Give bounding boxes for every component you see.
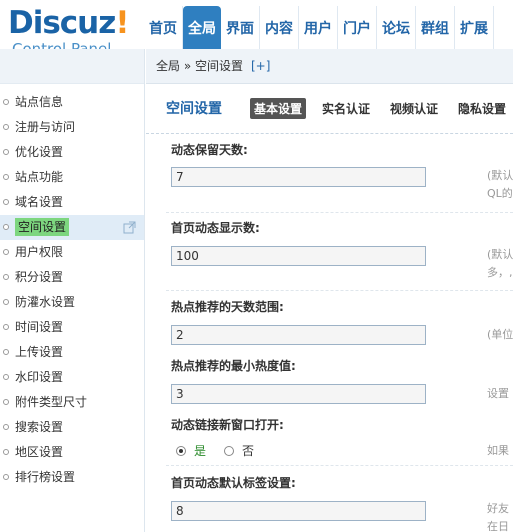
tab-video-verification[interactable]: 视频认证	[386, 98, 442, 119]
bullet-icon	[3, 199, 9, 205]
hot-days-label: 热点推荐的天数范围:	[171, 300, 284, 314]
bullet-icon	[3, 149, 9, 155]
feed-days-hint: (默认 QL的	[487, 169, 513, 200]
tab-basic-settings[interactable]: 基本设置	[250, 98, 307, 119]
home-feed-count-label: 首页动态显示数:	[171, 221, 260, 235]
sidebar-top-bar	[0, 49, 144, 84]
sidebar-item-upload[interactable]: 上传设置	[0, 340, 144, 365]
breadcrumb-path: 全局 » 空间设置	[156, 59, 243, 73]
link-newwin-hint: 如果	[487, 444, 509, 457]
divider	[166, 465, 513, 466]
bullet-icon	[3, 99, 9, 105]
radio-yes-label[interactable]: 是	[194, 442, 206, 459]
bullet-icon	[3, 474, 9, 480]
nav-groups[interactable]: 群组	[416, 6, 455, 49]
sidebar: 站点信息 注册与访问 优化设置 站点功能 域名设置 空间设置 用户权限 积分设置…	[0, 49, 145, 532]
feed-days-label: 动态保留天数:	[171, 143, 248, 157]
add-shortcut-button[interactable]: [+]	[251, 59, 270, 73]
nav-extensions[interactable]: 扩展	[455, 6, 494, 49]
bullet-icon	[3, 224, 9, 230]
sidebar-item-optimization[interactable]: 优化设置	[0, 140, 144, 165]
nav-forum[interactable]: 论坛	[377, 6, 416, 49]
home-feed-count-input[interactable]	[171, 246, 426, 266]
sidebar-item-ranking[interactable]: 排行榜设置	[0, 465, 144, 490]
bullet-icon	[3, 399, 9, 405]
link-newwin-label: 动态链接新窗口打开:	[171, 418, 284, 432]
bullet-icon	[3, 299, 9, 305]
radio-no-label[interactable]: 否	[242, 442, 254, 459]
link-newwin-radio-group: 是 否	[176, 442, 254, 459]
bullet-icon	[3, 274, 9, 280]
tab-realname-verification[interactable]: 实名认证	[318, 98, 374, 119]
hot-days-input[interactable]	[171, 325, 426, 345]
feed-days-input[interactable]	[171, 167, 426, 187]
home-feed-count-hint: (默认 多，,	[487, 248, 513, 279]
page-title: 空间设置	[166, 101, 222, 117]
default-tab-hint: 好友 在日	[487, 502, 509, 532]
hot-min-input[interactable]	[171, 384, 426, 404]
bullet-icon	[3, 349, 9, 355]
radio-yes-button[interactable]	[176, 445, 186, 456]
default-tab-input[interactable]	[171, 501, 426, 521]
bullet-icon	[3, 124, 9, 130]
nav-users[interactable]: 用户	[299, 6, 338, 49]
divider	[166, 212, 513, 213]
default-tab-label: 首页动态默认标签设置:	[171, 476, 296, 490]
sidebar-menu: 站点信息 注册与访问 优化设置 站点功能 域名设置 空间设置 用户权限 积分设置…	[0, 84, 144, 490]
bullet-icon	[3, 249, 9, 255]
logo-bang: !	[115, 5, 129, 41]
sidebar-item-credits[interactable]: 积分设置	[0, 265, 144, 290]
nav-content[interactable]: 内容	[260, 6, 299, 49]
hot-days-hint: (单位	[487, 328, 513, 341]
sidebar-item-anti-flood[interactable]: 防灌水设置	[0, 290, 144, 315]
bullet-icon	[3, 374, 9, 380]
bullet-icon	[3, 424, 9, 430]
sidebar-item-user-permissions[interactable]: 用户权限	[0, 240, 144, 265]
nav-portal[interactable]: 门户	[338, 6, 377, 49]
sidebar-item-domain[interactable]: 域名设置	[0, 190, 144, 215]
divider	[166, 290, 513, 291]
sidebar-item-site-info[interactable]: 站点信息	[0, 90, 144, 115]
sidebar-item-time[interactable]: 时间设置	[0, 315, 144, 340]
tab-privacy-settings[interactable]: 隐私设置	[454, 98, 510, 119]
sidebar-item-attachment-types[interactable]: 附件类型尺寸	[0, 390, 144, 415]
breadcrumb: 全局 » 空间设置 [+]	[146, 49, 513, 84]
sidebar-item-site-features[interactable]: 站点功能	[0, 165, 144, 190]
bullet-icon	[3, 449, 9, 455]
bullet-icon	[3, 174, 9, 180]
bullet-icon	[3, 324, 9, 330]
main-content: 空间设置 基本设置 实名认证 视频认证 隐私设置 动态保留天数: (默认QL的 …	[146, 84, 513, 532]
hot-min-hint: 设置	[487, 387, 509, 400]
sidebar-item-region[interactable]: 地区设置	[0, 440, 144, 465]
sidebar-item-register-access[interactable]: 注册与访问	[0, 115, 144, 140]
top-navigation: 首页 全局 界面 内容 用户 门户 论坛 群组 扩展	[144, 6, 494, 49]
nav-global[interactable]: 全局	[183, 6, 221, 49]
hot-min-label: 热点推荐的最小热度值:	[171, 359, 296, 373]
nav-interface[interactable]: 界面	[221, 6, 260, 49]
sidebar-item-watermark[interactable]: 水印设置	[0, 365, 144, 390]
header: Discuz! Control Panel 首页 全局 界面 内容 用户 门户 …	[0, 0, 513, 58]
sidebar-item-space-settings[interactable]: 空间设置	[0, 215, 144, 240]
radio-no-button[interactable]	[224, 445, 235, 456]
open-new-window-icon[interactable]	[123, 221, 136, 234]
sidebar-item-search[interactable]: 搜索设置	[0, 415, 144, 440]
logo-brand: Discuz	[8, 5, 116, 41]
sub-navigation: 空间设置 基本设置 实名认证 视频认证 隐私设置	[146, 84, 513, 134]
nav-home[interactable]: 首页	[144, 6, 183, 49]
